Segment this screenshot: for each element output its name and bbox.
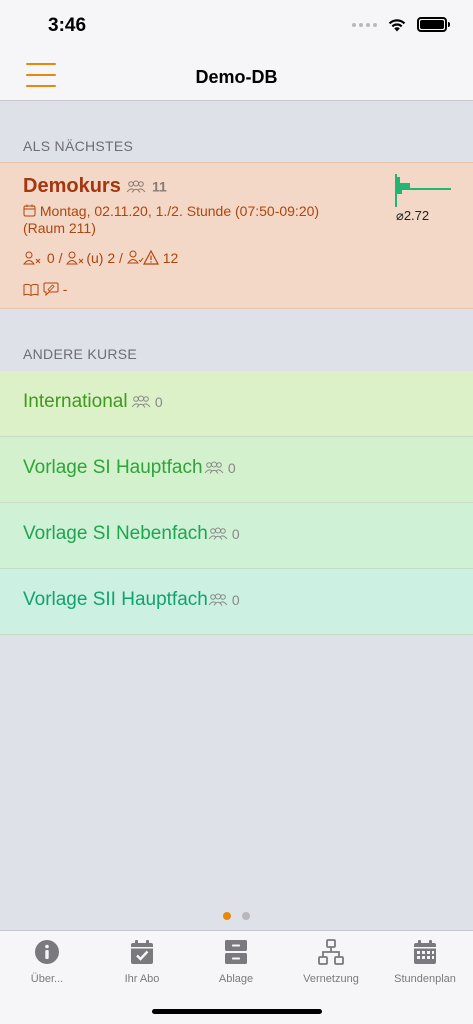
- comment-icon: [43, 282, 59, 297]
- attendance-line: 0 / (u) 2 / 12: [23, 249, 178, 267]
- tab-label: Ihr Abo: [124, 973, 160, 985]
- page-dot: [242, 912, 250, 920]
- course-row[interactable]: International 0: [0, 371, 473, 437]
- course-meta: 0: [208, 592, 240, 608]
- tab-label: Stundenplan: [394, 973, 456, 985]
- section-header-next: ALS NÄCHSTES: [23, 138, 134, 154]
- calendar-icon: [23, 204, 36, 217]
- tab-stundenplan[interactable]: Stundenplan: [378, 939, 472, 985]
- course-meta: 0: [208, 526, 240, 542]
- student-count: 11: [151, 178, 167, 195]
- course-name: Vorlage SII Hauptfach: [23, 589, 208, 610]
- course-name: Vorlage SI Nebenfach: [23, 523, 208, 544]
- tab-label: Vernetzung: [303, 973, 359, 985]
- course-title: Demokurs: [23, 175, 121, 197]
- room-text: (Raum 211): [23, 220, 96, 236]
- calendar-grid-icon: [414, 940, 436, 964]
- page-indicator[interactable]: [0, 912, 473, 920]
- tab-vernetzung[interactable]: Vernetzung: [284, 939, 378, 985]
- people-icon: [204, 461, 224, 474]
- calendar-check-icon: [131, 940, 153, 964]
- people-icon: [208, 527, 228, 540]
- tab-label: Über...: [30, 973, 64, 985]
- status-time: 3:46: [48, 15, 87, 36]
- page-dot-active: [223, 912, 231, 920]
- info-icon: [35, 940, 59, 964]
- people-icon: [126, 180, 146, 193]
- course-row[interactable]: Vorlage SI Hauptfach 0: [0, 437, 473, 503]
- tab-info[interactable]: Über...: [0, 939, 94, 985]
- grade-bar-1: [396, 177, 400, 183]
- wifi-icon: [388, 19, 406, 32]
- home-indicator[interactable]: [152, 1009, 322, 1014]
- student-count: 0: [231, 592, 240, 608]
- tab-abo[interactable]: Ihr Abo: [95, 939, 189, 985]
- student-count: 0: [231, 526, 240, 542]
- schedule-text: Montag, 02.11.20, 1./2. Stunde (07:50-09…: [39, 203, 320, 219]
- warning-person-icon: [126, 249, 159, 265]
- tab-label: Ablage: [218, 973, 254, 985]
- course-name: Vorlage SI Hauptfach: [23, 457, 203, 478]
- absent-excused-count: 2: [107, 250, 116, 266]
- section-header-other: ANDERE KURSE: [23, 346, 138, 362]
- page-title: Demo-DB: [195, 67, 278, 87]
- cellular-icon: [352, 22, 377, 27]
- navigation-bar: 3:46 Demo-DB: [0, 0, 473, 101]
- student-count: 0: [154, 394, 163, 410]
- student-count: 0: [227, 460, 236, 476]
- people-icon: [208, 593, 228, 606]
- book-icon: [23, 283, 39, 297]
- archive-icon: [225, 940, 247, 964]
- absent-count: 0: [46, 250, 55, 266]
- status-icons: [352, 17, 450, 32]
- warning-count: 12: [162, 250, 179, 266]
- course-meta: 0: [204, 460, 236, 476]
- grade-average: ⌀2.72: [396, 208, 430, 223]
- homework-line: -: [23, 280, 67, 298]
- grade-bar-3: [396, 190, 402, 194]
- schedule-line: Montag, 02.11.20, 1./2. Stunde (07:50-09…: [23, 202, 319, 220]
- course-row[interactable]: Vorlage SII Hauptfach 0: [0, 569, 473, 635]
- course-meta: 0: [131, 394, 163, 410]
- tab-ablage[interactable]: Ablage: [189, 939, 283, 985]
- next-course-title-row: Demokurs 11: [23, 175, 167, 198]
- course-row[interactable]: Vorlage SI Nebenfach 0: [0, 503, 473, 569]
- absent-excused-icon: [66, 251, 84, 265]
- network-icon: [318, 939, 344, 965]
- course-name: International: [23, 391, 128, 412]
- homework-text: -: [62, 281, 68, 297]
- absent-icon: [23, 251, 41, 265]
- battery-icon: [417, 17, 450, 32]
- people-icon: [131, 395, 151, 408]
